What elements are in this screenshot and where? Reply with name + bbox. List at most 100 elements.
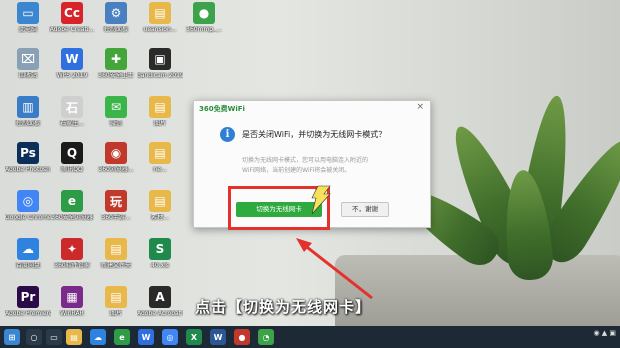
360-wifi-icon[interactable]: ◔ bbox=[258, 329, 274, 345]
baidu-netdisk-icon[interactable]: ☁ bbox=[90, 329, 106, 345]
desktop-icon-label: 回收站 bbox=[18, 72, 37, 79]
app-icon: ▤ bbox=[105, 238, 127, 260]
app-icon: ⚙ bbox=[105, 2, 127, 24]
desktop-icon[interactable]: ▤ 新建文件夹 bbox=[93, 238, 139, 284]
desktop-icon[interactable]: Cc Adobe Creati... bbox=[49, 2, 95, 48]
desktop-icon-label: Adobe Acrobat DC bbox=[137, 310, 183, 317]
app-icon: ◉ bbox=[105, 142, 127, 164]
app-icon: ⌧ bbox=[17, 48, 39, 70]
desktop-icon-label: Adobe Creati... bbox=[49, 26, 95, 33]
no-thanks-button[interactable]: 不，谢谢 bbox=[341, 202, 389, 217]
wps-icon[interactable]: W bbox=[138, 329, 154, 345]
desktop-icon-label: Adobe Photosh... bbox=[5, 166, 51, 173]
record-icon[interactable]: ● bbox=[234, 329, 250, 345]
instruction-caption: 点击【切换为无线网卡】 bbox=[195, 298, 372, 316]
desktop-icon-label: 控制面板 bbox=[103, 26, 128, 33]
desktop-icon-label: Adobe Premiere ... bbox=[5, 310, 51, 317]
desktop-icon[interactable]: S 40.xls bbox=[137, 238, 183, 284]
highlight-box bbox=[228, 186, 330, 230]
system-tray[interactable]: ◉ ▲ ▣ bbox=[593, 329, 616, 337]
chrome-icon[interactable]: ◎ bbox=[162, 329, 178, 345]
desktop-icon[interactable]: ✉ 微信 bbox=[93, 96, 139, 142]
app-icon: ▤ bbox=[149, 190, 171, 212]
desktop-icon[interactable]: 玩 360手游... bbox=[93, 190, 139, 236]
360-browser-icon[interactable]: e bbox=[114, 329, 130, 345]
desktop-icon[interactable]: ▤ 图片 bbox=[137, 96, 183, 142]
app-icon: Q bbox=[61, 142, 83, 164]
file-explorer-icon[interactable]: ▤ bbox=[66, 329, 82, 345]
info-icon: i bbox=[220, 127, 235, 142]
search-icon[interactable]: ○ bbox=[26, 329, 42, 345]
desktop-icon[interactable]: ▤ ne... bbox=[137, 142, 183, 188]
desktop-icon-label: 石家庄... bbox=[60, 120, 84, 127]
app-icon: Pr bbox=[17, 286, 39, 308]
desktop-icon[interactable]: ● 360mmp_... bbox=[181, 2, 227, 48]
desktop-icon[interactable]: ◎ Google Chrome bbox=[5, 190, 51, 236]
desktop-icon[interactable]: ◉ 360浏览器... bbox=[93, 142, 139, 188]
dialog-description-line-1: 切换为无线网卡模式，您可以用电脑连入附近的 bbox=[242, 157, 369, 164]
desktop-icon-label: 360软件管家 bbox=[54, 262, 90, 269]
desktop-icon-label: 控制面板 bbox=[15, 120, 40, 127]
desktop-icon-label: ne... bbox=[153, 166, 167, 173]
app-icon: ▭ bbox=[17, 2, 39, 24]
app-icon: ▣ bbox=[149, 48, 171, 70]
app-icon: ▥ bbox=[17, 96, 39, 118]
desktop-icon[interactable]: ✦ 360软件管家 bbox=[49, 238, 95, 284]
desktop-icon-label: 360mmp_... bbox=[186, 26, 222, 33]
desktop-icon-label: bandicam 2019-02-... bbox=[137, 72, 183, 79]
desktop-icon[interactable]: ▤ ueansion... bbox=[137, 2, 183, 48]
app-icon: A bbox=[149, 286, 171, 308]
close-icon[interactable]: × bbox=[416, 102, 424, 112]
desktop-icon[interactable]: ☁ 百度网盘 bbox=[5, 238, 51, 284]
desktop-icon-label: Google Chrome bbox=[5, 214, 51, 221]
desktop-icon-label: WinRAR bbox=[60, 310, 84, 317]
app-icon: ● bbox=[193, 2, 215, 24]
desktop-icon-label: 微信 bbox=[109, 120, 122, 127]
desktop: ▭ 此电脑 Cc Adobe Creati... ⚙ 控制面板 ▤ ueansion... ● 3… bbox=[0, 0, 620, 348]
desktop-icon[interactable]: ▣ bandicam 2019-02-... bbox=[137, 48, 183, 94]
desktop-icon-label: 360手游... bbox=[101, 214, 131, 221]
desktop-icon-label: ueansion... bbox=[143, 26, 177, 33]
desktop-icon[interactable]: W WPS 2019 bbox=[49, 48, 95, 94]
app-icon: ▦ bbox=[61, 286, 83, 308]
app-icon: e bbox=[61, 190, 83, 212]
desktop-icon-label: 图片 bbox=[109, 310, 122, 317]
app-icon: Cc bbox=[61, 2, 83, 24]
desktop-icon[interactable]: ⚙ 控制面板 bbox=[93, 2, 139, 48]
desktop-icon[interactable]: Q 腾讯QQ bbox=[49, 142, 95, 188]
app-icon: Ps bbox=[17, 142, 39, 164]
desktop-icon-label: 360浏览器... bbox=[98, 166, 134, 173]
desktop-icon-label: 360安全卫士 bbox=[98, 72, 134, 79]
desktop-icon[interactable]: e 360安全浏览器 bbox=[49, 190, 95, 236]
app-icon: ✚ bbox=[105, 48, 127, 70]
pointer-arrow-head-icon bbox=[296, 238, 312, 252]
desktop-icon-label: 新建文件夹 bbox=[100, 262, 131, 269]
desktop-icon[interactable]: Ps Adobe Photosh... bbox=[5, 142, 51, 188]
desktop-icon-label: 此电脑 bbox=[18, 26, 37, 33]
excel-icon[interactable]: X bbox=[186, 329, 202, 345]
app-icon: ✉ bbox=[105, 96, 127, 118]
desktop-icon[interactable]: 石石家庄... bbox=[49, 96, 95, 142]
start-icon[interactable]: ⊞ bbox=[4, 329, 20, 345]
desktop-icon[interactable]: ▤ 素材... bbox=[137, 190, 183, 236]
desktop-icon-label: 素材... bbox=[151, 214, 169, 221]
desktop-icon[interactable]: ▥ 控制面板 bbox=[5, 96, 51, 142]
app-icon: ☁ bbox=[17, 238, 39, 260]
desktop-icon[interactable]: ⌧ 回收站 bbox=[5, 48, 51, 94]
app-icon: ▤ bbox=[149, 142, 171, 164]
app-icon: ◎ bbox=[17, 190, 39, 212]
desktop-icon-label: 图片 bbox=[153, 120, 166, 127]
desktop-icon[interactable]: ▭ 此电脑 bbox=[5, 2, 51, 48]
app-icon: ▤ bbox=[149, 96, 171, 118]
app-icon: 玩 bbox=[105, 190, 127, 212]
app-icon: ✦ bbox=[61, 238, 83, 260]
desktop-icon-label: 360安全浏览器 bbox=[51, 214, 93, 221]
dialog-description-line-2: WiFi网络，当前创建的WiFi将会被关闭。 bbox=[242, 167, 351, 174]
desktop-icon-label: 腾讯QQ bbox=[61, 166, 83, 173]
desktop-icon-label: WPS 2019 bbox=[56, 72, 88, 79]
app-icon: ▤ bbox=[149, 2, 171, 24]
desktop-icon[interactable]: ✚ 360安全卫士 bbox=[93, 48, 139, 94]
task-view-icon[interactable]: ▭ bbox=[46, 329, 62, 345]
word-icon[interactable]: W bbox=[210, 329, 226, 345]
taskbar: ⊞ ○ ▭ ▤ ☁ e W ◎ X W ● ◔ ◉ ▲ ▣ bbox=[0, 326, 620, 348]
